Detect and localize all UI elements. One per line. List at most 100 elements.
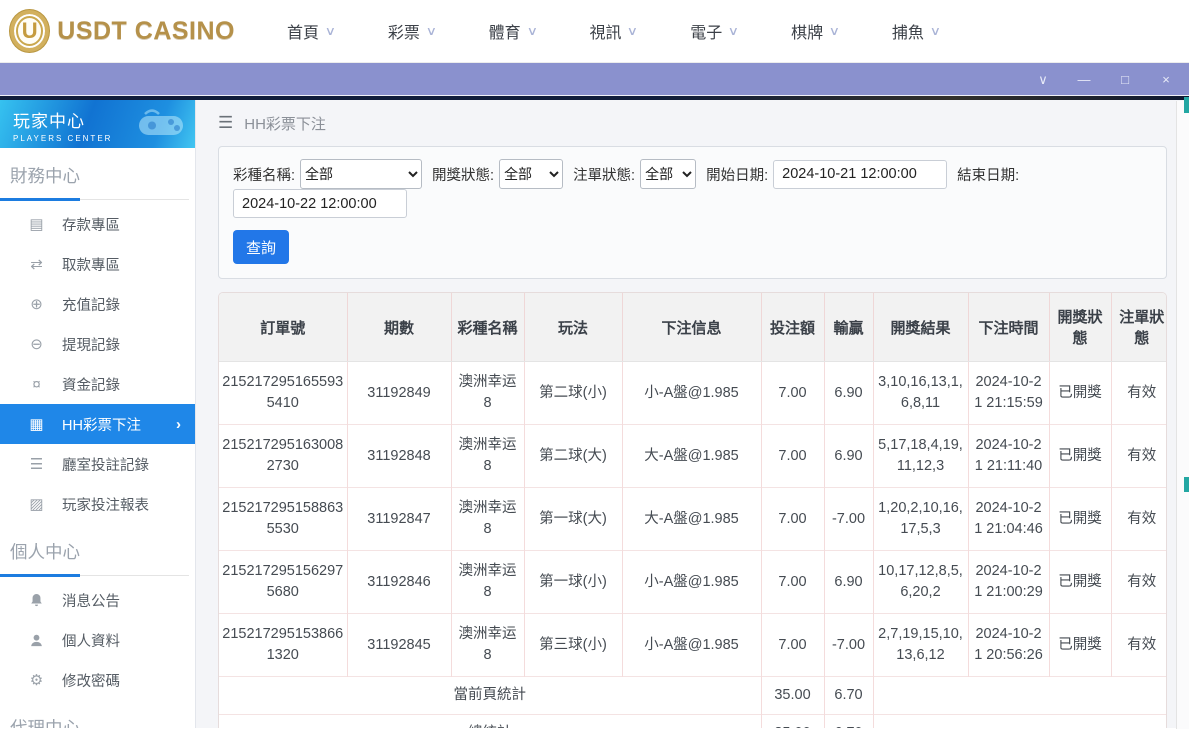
table-cell: 2152172951655935410	[219, 362, 347, 425]
summary-bet-total: 35.00	[761, 715, 824, 728]
column-header: 訂單號	[219, 293, 347, 362]
recharge-icon: ⊕	[27, 295, 46, 313]
nav-item[interactable]: 彩票∨	[388, 19, 436, 43]
chevron-down-icon: ∨	[526, 24, 537, 38]
table-cell: 7.00	[761, 614, 824, 677]
window-edge-accent	[1184, 477, 1189, 492]
table-row: 215217295165593541031192849澳洲幸运8第二球(小)小-…	[219, 362, 1167, 425]
nav-item-label: 彩票	[388, 19, 420, 43]
bets-table-panel: 訂單號期數彩種名稱玩法下注信息投注額輸贏開獎結果下注時間開獎狀態注單狀態2152…	[218, 292, 1167, 728]
nav-item-label: 首頁	[287, 19, 319, 43]
table-cell: 2152172951630082730	[219, 425, 347, 488]
summary-row: 總統計35.006.70	[219, 715, 1167, 728]
sidebar-item-label: 玩家投注報表	[62, 494, 149, 515]
sidebar-item[interactable]: ⚙修改密碼	[0, 660, 195, 700]
chevron-down-icon: ∨	[325, 24, 336, 38]
table-cell: 2024-10-21 20:56:26	[968, 614, 1049, 677]
sidebar-item[interactable]: ▤存款專區	[0, 204, 195, 244]
table-cell: 有效	[1111, 425, 1167, 488]
table-cell: 31192849	[347, 362, 451, 425]
table-cell: 3,10,16,13,1,6,8,11	[873, 362, 968, 425]
section-title: 財務中心	[0, 148, 189, 200]
end-date-input[interactable]	[233, 189, 407, 218]
draw-status-label: 開獎狀態:	[432, 164, 494, 185]
nav-item[interactable]: 捕魚∨	[892, 19, 940, 43]
table-cell: 6.90	[824, 551, 873, 614]
table-cell: 第二球(大)	[524, 425, 622, 488]
table-cell: 5,17,18,4,19,11,12,3	[873, 425, 968, 488]
close-icon[interactable]: ×	[1159, 73, 1173, 86]
chevron-right-icon: ›	[176, 416, 181, 433]
table-cell: 31192848	[347, 425, 451, 488]
section-title: 代理中心	[0, 700, 189, 728]
sidebar-item[interactable]: 個人資料	[0, 620, 195, 660]
search-button[interactable]: 查詢	[233, 230, 289, 264]
table-cell: 有效	[1111, 488, 1167, 551]
table-cell: 已開獎	[1049, 488, 1111, 551]
sidebar-item[interactable]: 消息公告	[0, 580, 195, 620]
breadcrumb: ☰ HH彩票下注	[218, 100, 1167, 146]
table-cell: 大-A盤@1.985	[622, 488, 761, 551]
summary-label: 總統計	[219, 715, 761, 728]
filter-panel: 彩種名稱: 全部 開獎狀態: 全部 注單狀態: 全部 開始日期: 結束日期: 查…	[218, 146, 1167, 279]
order-status-select[interactable]: 全部	[640, 159, 696, 189]
nav-item[interactable]: 棋牌∨	[791, 19, 839, 43]
maximize-icon[interactable]: □	[1118, 73, 1132, 86]
table-cell: 大-A盤@1.985	[622, 425, 761, 488]
table-cell: -7.00	[824, 614, 873, 677]
start-date-input[interactable]	[773, 160, 947, 189]
column-header: 下注信息	[622, 293, 761, 362]
draw-status-select[interactable]: 全部	[499, 159, 563, 189]
table-cell: 第一球(大)	[524, 488, 622, 551]
nav-item[interactable]: 體育 ∨	[489, 19, 537, 43]
summary-bet-total: 35.00	[761, 677, 824, 715]
nav-item-label: 視訊	[589, 19, 621, 43]
main-content: ☰ HH彩票下注 彩種名稱: 全部 開獎狀態: 全部 注單狀態: 全部 開始日期…	[196, 100, 1189, 728]
column-header: 輸贏	[824, 293, 873, 362]
sidebar-item[interactable]: ☰廳室投註記錄	[0, 444, 195, 484]
nav-item[interactable]: 首頁 ∨	[287, 19, 335, 43]
nav-item-label: 體育	[489, 19, 521, 43]
table-cell: 2152172951538661320	[219, 614, 347, 677]
table-cell: 澳洲幸运8	[451, 488, 524, 551]
table-cell: 有效	[1111, 551, 1167, 614]
table-cell: -7.00	[824, 488, 873, 551]
casino-logo-icon: U	[10, 10, 49, 52]
nav-item[interactable]: 視訊∨	[589, 19, 637, 43]
hamburger-icon[interactable]: ☰	[218, 113, 233, 133]
brand-logo[interactable]: U USDT CASINO	[10, 10, 235, 52]
sidebar-item-label: 資金記錄	[62, 374, 120, 395]
sidebar-item-label: 提現記錄	[62, 334, 120, 355]
nav-item-label: 棋牌	[791, 19, 823, 43]
sidebar-item[interactable]: ⊖ 提現記錄	[0, 324, 195, 364]
sidebar-item[interactable]: ▦HH彩票下注›	[0, 404, 195, 444]
cashout-icon: ⊖	[27, 335, 46, 353]
nav-item-label: 捕魚	[892, 19, 924, 43]
top-header: U USDT CASINO 首頁 ∨ 彩票∨ 體育 ∨ 視訊∨ 電子∨ 棋牌∨ 捕魚∨	[0, 0, 1189, 63]
table-cell: 澳洲幸运8	[451, 614, 524, 677]
table-cell: 2024-10-21 21:00:29	[968, 551, 1049, 614]
summary-winloss-total: 6.70	[824, 677, 873, 715]
sidebar-item[interactable]: ⇄取款專區	[0, 244, 195, 284]
sidebar-item-label: 廳室投註記錄	[62, 454, 149, 475]
table-cell: 2024-10-21 21:04:46	[968, 488, 1049, 551]
page-title: HH彩票下注	[244, 113, 326, 134]
sidebar-item[interactable]: ⊕充值記錄	[0, 284, 195, 324]
table-cell: 已開獎	[1049, 425, 1111, 488]
table-cell: 澳洲幸运8	[451, 362, 524, 425]
lottery-name-select[interactable]: 全部	[300, 159, 422, 189]
column-header: 注單狀態	[1111, 293, 1167, 362]
sidebar-item[interactable]: ▨玩家投注報表	[0, 484, 195, 524]
nav-item[interactable]: 電子∨	[690, 19, 738, 43]
minimize-icon[interactable]: —	[1077, 73, 1091, 86]
table-row: 215217295163008273031192848澳洲幸运8第二球(大)大-…	[219, 425, 1167, 488]
gear-icon: ⚙	[27, 671, 46, 689]
scrollbar-track[interactable]	[1176, 101, 1189, 729]
chevron-down-icon[interactable]: ∨	[1036, 73, 1050, 86]
gamepad-icon	[133, 106, 189, 147]
bets-table: 訂單號期數彩種名稱玩法下注信息投注額輸贏開獎結果下注時間開獎狀態注單狀態2152…	[219, 293, 1167, 728]
table-cell: 31192847	[347, 488, 451, 551]
main-nav: 首頁 ∨ 彩票∨ 體育 ∨ 視訊∨ 電子∨ 棋牌∨ 捕魚∨	[287, 19, 940, 43]
sidebar-item[interactable]: ¤資金記錄	[0, 364, 195, 404]
column-header: 彩種名稱	[451, 293, 524, 362]
